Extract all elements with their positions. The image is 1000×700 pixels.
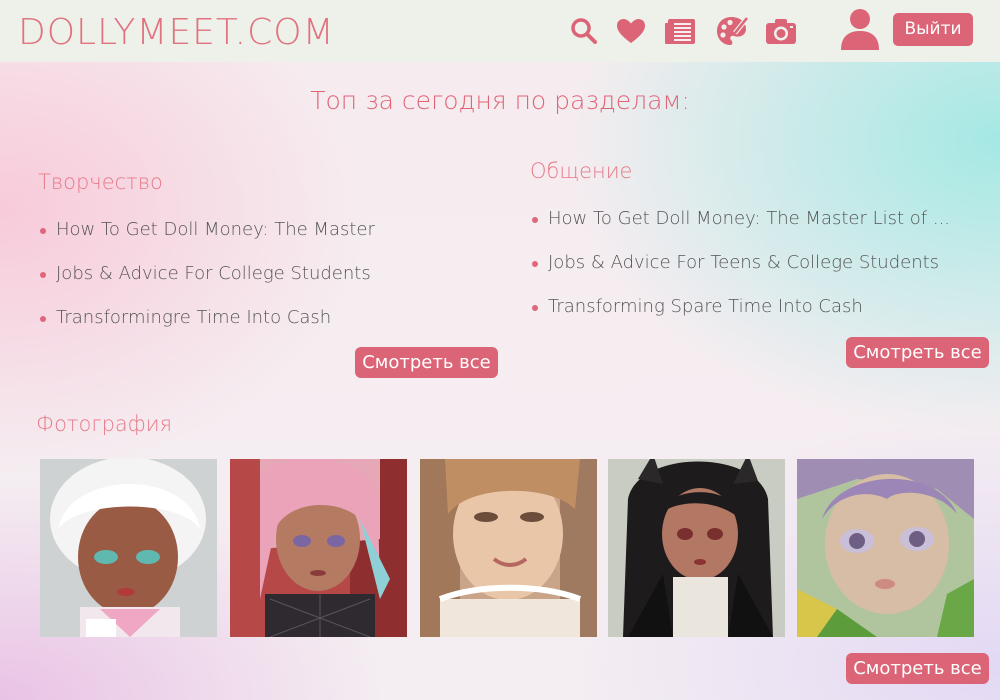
- logout-button[interactable]: Выйти: [893, 13, 973, 46]
- communication-list: How To Get Doll Money: The Master List o…: [530, 208, 950, 340]
- user-icon[interactable]: [838, 6, 882, 52]
- list-item[interactable]: How To Get Doll Money: The Master List o…: [530, 208, 950, 252]
- section-title-creativity[interactable]: Творчество: [38, 170, 163, 194]
- list-item[interactable]: Transformingre Time Into Cash: [38, 307, 375, 351]
- list-item[interactable]: Jobs & Advice For Teens & College Studen…: [530, 252, 950, 296]
- page-title: Топ за сегодня по разделам:: [310, 86, 690, 115]
- list-item[interactable]: Jobs & Advice For College Students: [38, 263, 375, 307]
- creativity-list: How To Get Doll Money: The Master Jobs &…: [38, 219, 375, 351]
- see-all-creativity-button[interactable]: Смотреть все: [355, 347, 498, 378]
- doll-photo[interactable]: [230, 459, 407, 637]
- top-bar: DOLLYMEET.COM Выйти: [0, 0, 1000, 62]
- see-all-photos-button[interactable]: Смотреть все: [846, 653, 989, 684]
- doll-photo[interactable]: [420, 459, 597, 637]
- list-item[interactable]: Transforming Spare Time Into Cash: [530, 296, 950, 340]
- doll-photo[interactable]: [608, 459, 785, 637]
- see-all-communication-button[interactable]: Смотреть все: [846, 337, 989, 368]
- doll-photo[interactable]: [797, 459, 974, 637]
- site-logo[interactable]: DOLLYMEET.COM: [18, 12, 335, 53]
- camera-icon[interactable]: [764, 14, 798, 48]
- list-item[interactable]: How To Get Doll Money: The Master: [38, 219, 375, 263]
- doll-photo[interactable]: [40, 459, 217, 637]
- palette-icon[interactable]: [715, 14, 749, 48]
- section-title-communication[interactable]: Общение: [530, 159, 632, 183]
- heart-icon[interactable]: [614, 14, 648, 48]
- articles-icon[interactable]: [664, 14, 698, 48]
- search-icon[interactable]: [567, 14, 601, 48]
- section-title-photography[interactable]: Фотография: [36, 412, 172, 436]
